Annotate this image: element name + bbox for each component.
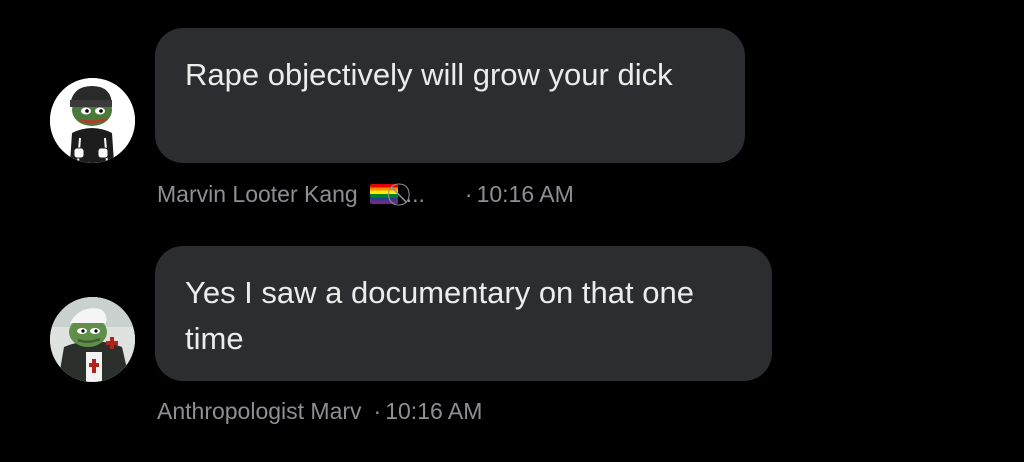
avatar[interactable] (50, 78, 135, 163)
ellipsis: ... (405, 180, 425, 207)
separator-dot: · (464, 180, 473, 207)
message-meta: Anthropologist Marv · 10:16 AM (157, 395, 482, 427)
pepe-adidas-avatar-icon (50, 78, 135, 163)
message-text: Rape objectively will grow your dick (185, 57, 673, 92)
timestamp: 10:16 AM (476, 180, 574, 207)
author-name[interactable]: Marvin Looter Kang (157, 181, 358, 208)
timestamp: 10:16 AM (385, 397, 483, 424)
message-text: Yes I saw a documentary on that one time (185, 275, 694, 356)
pepe-crusader-avatar-icon (50, 297, 135, 382)
message-meta: Marvin Looter Kang ⃠ ... · 10:16 AM (157, 178, 574, 210)
rainbow-flag-icon (369, 184, 398, 204)
message-bubble[interactable]: Rape objectively will grow your dick (155, 28, 745, 163)
author-name[interactable]: Anthropologist Marv (157, 398, 362, 425)
separator-dot: · (373, 397, 382, 424)
avatar[interactable] (50, 297, 135, 382)
message-bubble[interactable]: Yes I saw a documentary on that one time (155, 246, 772, 381)
